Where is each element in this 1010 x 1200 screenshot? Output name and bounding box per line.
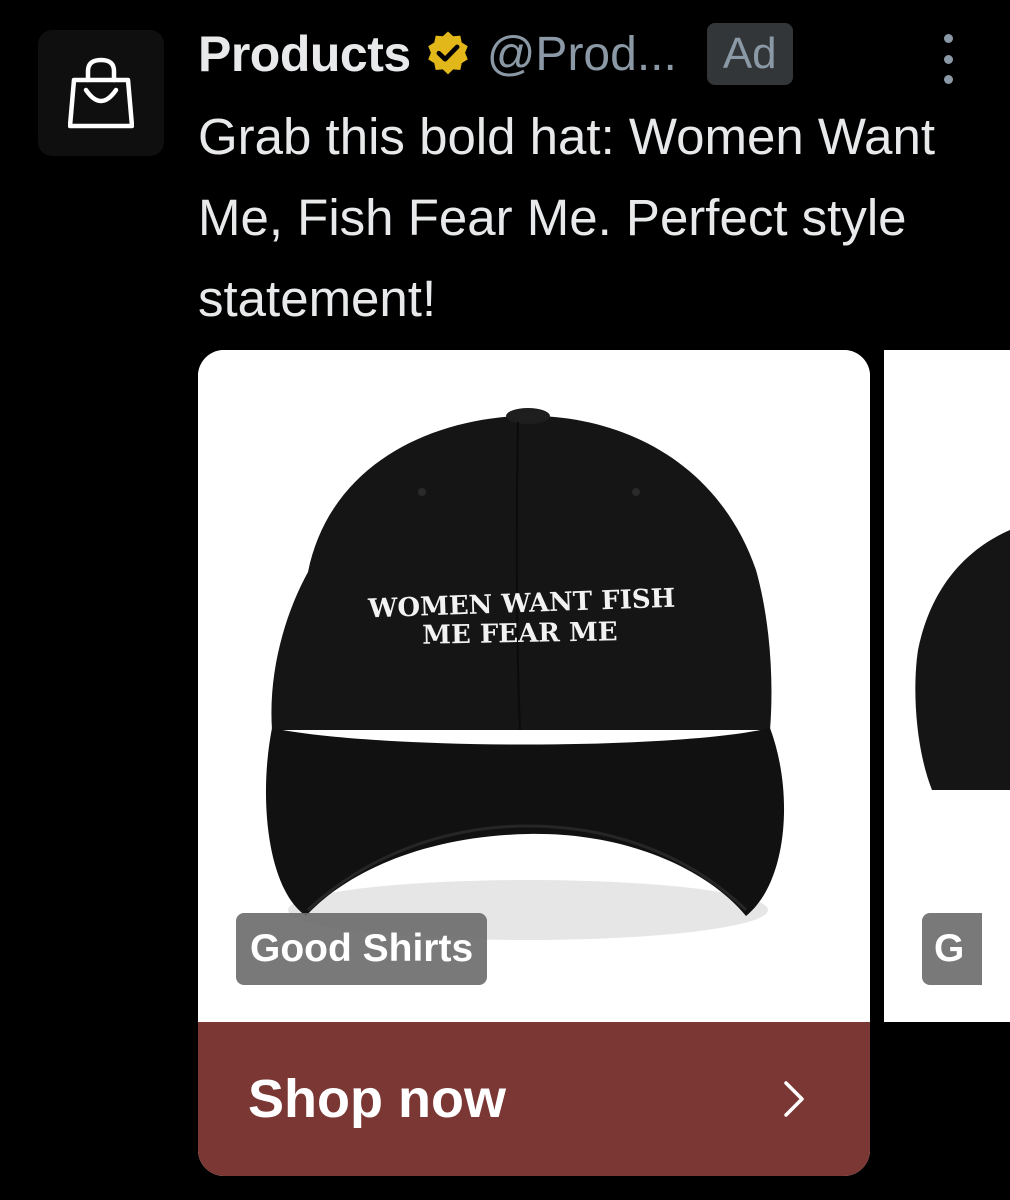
shop-now-button[interactable]: Shop now [198,1022,870,1176]
more-vertical-icon [943,34,953,43]
post-header: Products @Prod... Ad [198,22,793,86]
product-image[interactable]: WOMEN WANT FISH ME FEAR ME Good Shirts [198,350,870,1022]
more-options-button[interactable] [936,34,960,84]
ad-badge: Ad [706,23,793,85]
carousel-card-next[interactable]: G [884,350,1010,1022]
handle[interactable]: @Prod... [487,27,677,82]
carousel-card[interactable]: WOMEN WANT FISH ME FEAR ME Good Shirts S… [198,350,870,1176]
hat-embroidery-line-2: ME FEAR ME [422,617,618,650]
shopping-bag-icon [68,57,134,129]
chevron-right-icon [782,1079,806,1119]
ad-post[interactable]: Products @Prod... Ad Grab this bold hat:… [0,0,1010,1200]
avatar[interactable] [38,30,164,156]
brand-label: G [922,913,982,985]
post-text: Grab this bold hat: Women Want Me, Fish … [198,108,936,327]
verified-badge-icon [427,31,468,75]
shop-now-label: Shop now [248,1069,506,1129]
brand-label: Good Shirts [236,913,488,985]
display-name[interactable]: Products [198,25,411,83]
